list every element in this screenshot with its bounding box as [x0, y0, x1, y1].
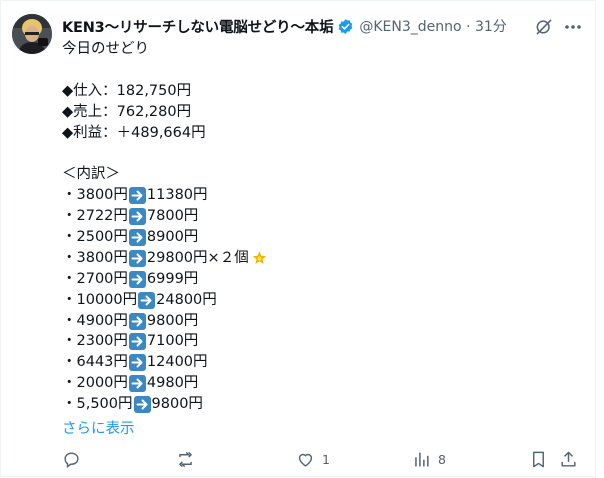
grok-icon[interactable]: [534, 17, 554, 37]
summary-profit: ◆利益：＋489,664円: [62, 124, 206, 141]
summary-sales: ◆売上：762,280円: [62, 103, 192, 120]
item-sale-price: 12400円: [146, 354, 208, 371]
item-purchase-price: ・10000円: [62, 291, 138, 308]
breakdown-item: ・6443円 12400円: [62, 352, 582, 373]
like-button[interactable]: 1: [296, 449, 330, 469]
item-purchase-price: ・6443円: [62, 354, 128, 371]
right-arrow-icon: [128, 375, 146, 393]
right-arrow-icon: [128, 270, 146, 288]
share-button[interactable]: [559, 449, 578, 469]
share-icon: [561, 451, 576, 467]
author-name[interactable]: KEN3〜リサーチしない電脳せどり〜本垢: [62, 16, 334, 37]
item-sale-price: 9800円: [151, 396, 203, 413]
right-arrow-icon: [128, 333, 146, 351]
verified-badge-icon: [337, 18, 354, 35]
bookmark-button[interactable]: [529, 449, 548, 469]
item-sale-price: 8900円: [146, 229, 199, 246]
item-purchase-price: ・2700円: [62, 270, 128, 287]
item-purchase-price: ・2500円: [62, 229, 128, 246]
bookmark-icon: [533, 451, 544, 467]
views-button[interactable]: 8: [412, 449, 446, 469]
item-sale-price: 11380円: [146, 187, 208, 204]
right-arrow-icon: [138, 291, 156, 309]
item-purchase-price: ・4900円: [62, 312, 128, 329]
item-purchase-price: ・3800円: [62, 187, 128, 204]
item-quantity: ×２個: [207, 249, 249, 266]
item-purchase-price: ・2722円: [62, 208, 128, 225]
breakdown-item: ・10000円 24800円: [62, 290, 582, 311]
reply-button[interactable]: [62, 449, 81, 469]
breakdown-item: ・5,500円 9800円: [62, 394, 582, 415]
breakdown-item: ・2722円 7800円: [62, 206, 582, 227]
breakdown-item: ・4900円 9800円: [62, 311, 582, 332]
reply-icon: [64, 451, 79, 468]
heart-icon: [298, 453, 313, 467]
breakdown-item: ・2500円 8900円: [62, 227, 582, 248]
breakdown-title: ＜内訳＞: [62, 166, 120, 183]
item-sale-price: 4980円: [146, 375, 199, 392]
breakdown-item: ・3800円 29800円 ×２個: [62, 248, 582, 269]
item-sale-price: 6999円: [146, 270, 199, 287]
retweet-button[interactable]: [176, 449, 195, 469]
right-arrow-icon: [133, 396, 151, 414]
right-arrow-icon: [128, 208, 146, 226]
breakdown-item: ・3800円 11380円: [62, 185, 582, 206]
retweet-icon: [178, 451, 193, 467]
item-sale-price: 29800円: [146, 249, 208, 266]
like-count: 1: [322, 451, 330, 467]
tweet-header: KEN3〜リサーチしない電脳せどり〜本垢 @KEN3_denno · 31分: [62, 16, 507, 36]
item-sale-price: 7100円: [146, 333, 199, 350]
item-purchase-price: ・5,500円: [62, 396, 133, 413]
item-purchase-price: ・3800円: [62, 249, 128, 266]
show-more-link[interactable]: さらに表示: [62, 417, 135, 438]
item-purchase-price: ・2300円: [62, 333, 128, 350]
right-arrow-icon: [128, 228, 146, 246]
sparkle-star-icon: [251, 250, 268, 267]
item-sale-price: 7800円: [146, 208, 199, 225]
views-icon: [415, 451, 429, 467]
tweet-text: 今日のせどり ◆仕入：182,750円 ◆売上：762,280円 ◆利益：＋48…: [62, 39, 582, 415]
summary-purchase: ◆仕入：182,750円: [62, 82, 192, 99]
tweet-heading: 今日のせどり: [62, 41, 149, 57]
right-arrow-icon: [128, 187, 146, 205]
more-options-icon[interactable]: [562, 17, 584, 37]
item-purchase-price: ・2000円: [62, 375, 128, 392]
breakdown-item: ・2700円 6999円: [62, 269, 582, 290]
author-handle-time[interactable]: @KEN3_denno · 31分: [359, 16, 506, 36]
breakdown-item: ・2300円 7100円: [62, 331, 582, 352]
breakdown-item: ・2000円 4980円: [62, 373, 582, 394]
item-sale-price: 24800円: [156, 291, 217, 308]
right-arrow-icon: [128, 354, 146, 372]
action-bar: 1 8: [62, 449, 582, 469]
views-count: 8: [438, 451, 446, 467]
right-arrow-icon: [128, 312, 146, 330]
item-sale-price: 9800円: [146, 312, 199, 329]
right-arrow-icon: [128, 249, 146, 267]
author-avatar[interactable]: [12, 14, 52, 54]
